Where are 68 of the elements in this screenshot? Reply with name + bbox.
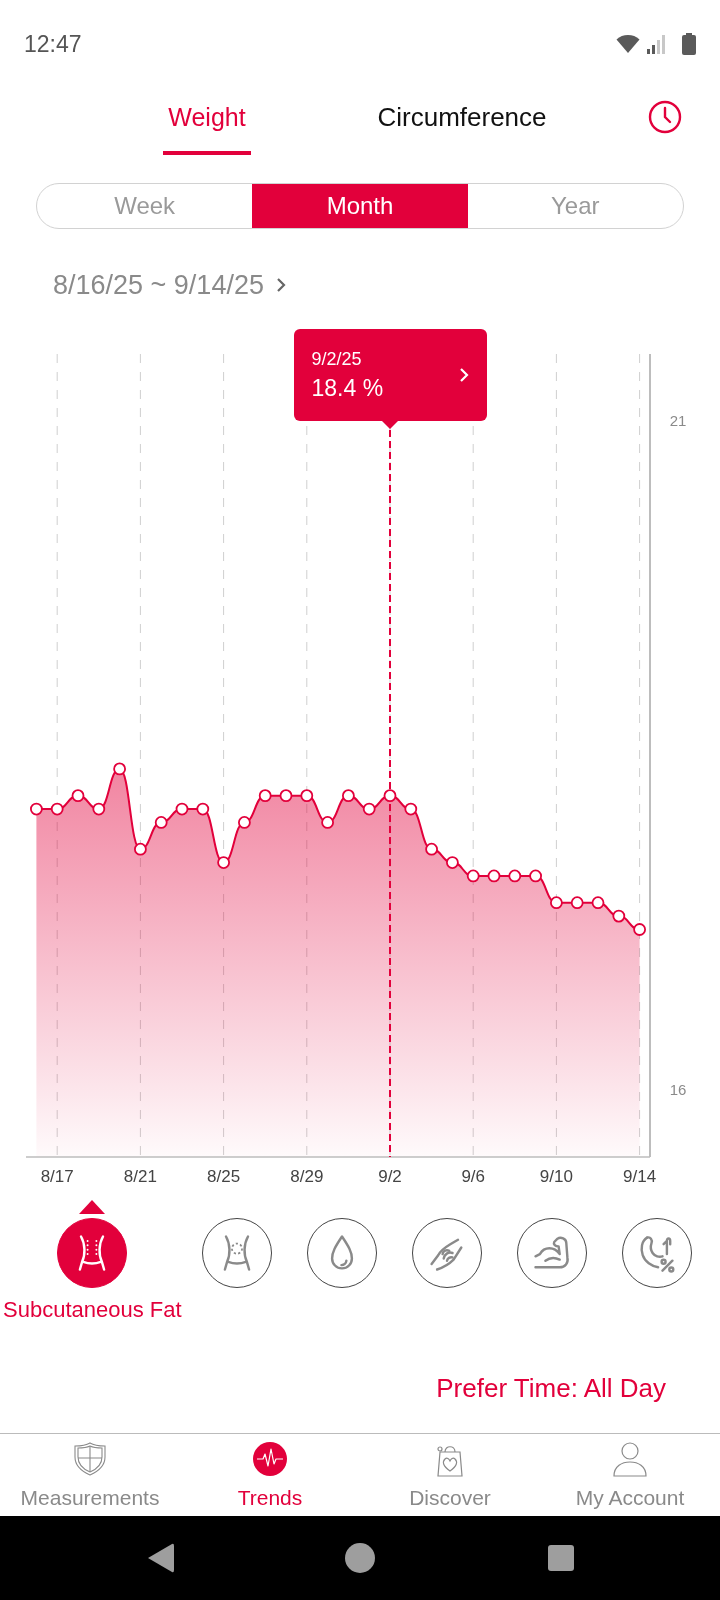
x-axis-label: 9/2 bbox=[378, 1167, 402, 1186]
shield-icon bbox=[72, 1441, 108, 1477]
data-point[interactable] bbox=[591, 896, 605, 910]
x-axis-label: 9/10 bbox=[539, 1167, 573, 1186]
nav-item[interactable]: Measurements bbox=[0, 1434, 180, 1516]
period-tab[interactable]: Year bbox=[467, 184, 683, 228]
data-point[interactable] bbox=[92, 802, 106, 816]
data-point[interactable] bbox=[217, 856, 230, 869]
data-point[interactable] bbox=[466, 869, 480, 883]
data-point[interactable] bbox=[175, 802, 189, 816]
data-point[interactable] bbox=[550, 896, 563, 910]
data-point[interactable] bbox=[487, 869, 501, 883]
data-point[interactable] bbox=[30, 802, 43, 816]
nav-item[interactable]: My Account bbox=[540, 1434, 720, 1516]
wifi-icon bbox=[616, 34, 640, 54]
data-point[interactable] bbox=[279, 789, 293, 803]
data-point[interactable] bbox=[383, 789, 397, 803]
y-axis-label: 21 bbox=[669, 411, 687, 429]
metric-label: Subcutaneous Fat bbox=[2, 1297, 183, 1323]
data-point[interactable] bbox=[362, 802, 376, 816]
back-icon[interactable] bbox=[146, 1542, 174, 1574]
data-point[interactable] bbox=[633, 923, 646, 936]
data-point[interactable] bbox=[404, 802, 418, 816]
nav-item[interactable]: Discover bbox=[360, 1434, 540, 1516]
x-axis-label: 8/17 bbox=[40, 1167, 74, 1186]
data-point[interactable] bbox=[113, 762, 126, 776]
data-point[interactable] bbox=[508, 869, 522, 883]
x-axis-label: 8/25 bbox=[207, 1167, 241, 1186]
data-point[interactable] bbox=[446, 856, 459, 869]
prefer-time-text[interactable]: Prefer Time: All Day bbox=[436, 1371, 666, 1405]
data-point[interactable] bbox=[50, 802, 64, 816]
data-point[interactable] bbox=[300, 789, 314, 803]
data-point[interactable] bbox=[321, 816, 334, 829]
data-point[interactable] bbox=[529, 869, 542, 883]
tab[interactable]: Circumference bbox=[362, 88, 562, 155]
heartbeat-icon bbox=[252, 1441, 288, 1477]
battery-icon bbox=[682, 33, 696, 55]
period-tab[interactable]: Week bbox=[37, 184, 253, 228]
data-point[interactable] bbox=[134, 842, 147, 856]
period-tab[interactable]: Month bbox=[252, 184, 468, 228]
x-axis-label: 8/21 bbox=[123, 1167, 157, 1186]
nav-item[interactable]: Trends bbox=[180, 1434, 360, 1516]
x-axis-label: 9/6 bbox=[461, 1167, 485, 1186]
y-axis-label: 16 bbox=[669, 1081, 687, 1099]
data-point[interactable] bbox=[196, 802, 210, 816]
clock-icon[interactable] bbox=[648, 100, 682, 134]
chevron-right-icon bbox=[275, 277, 286, 293]
data-point[interactable] bbox=[238, 816, 251, 829]
data-point[interactable] bbox=[258, 789, 272, 803]
tooltip-date: 9/2/25 bbox=[311, 348, 363, 370]
data-point[interactable] bbox=[570, 896, 584, 910]
chevron-right-icon bbox=[458, 367, 469, 383]
data-point[interactable] bbox=[154, 816, 168, 829]
tab[interactable]: Weight bbox=[163, 88, 251, 155]
date-range-button[interactable]: 8/16/25 ~ 9/14/25 bbox=[53, 268, 286, 302]
x-axis-label: 8/29 bbox=[290, 1167, 324, 1186]
data-point[interactable] bbox=[71, 789, 85, 803]
tooltip-value: 18.4 % bbox=[311, 374, 384, 402]
home-icon[interactable] bbox=[345, 1543, 375, 1573]
data-point[interactable] bbox=[612, 909, 626, 923]
x-axis-label: 9/14 bbox=[623, 1167, 657, 1186]
data-point[interactable] bbox=[425, 842, 438, 856]
tooltip-pointer-icon bbox=[382, 421, 398, 429]
tooltip-card[interactable]: 9/2/25 18.4 % bbox=[293, 329, 487, 421]
data-point[interactable] bbox=[342, 789, 355, 803]
status-time: 12:47 bbox=[24, 30, 82, 58]
person-icon bbox=[612, 1441, 648, 1477]
signal-icon bbox=[646, 34, 666, 54]
